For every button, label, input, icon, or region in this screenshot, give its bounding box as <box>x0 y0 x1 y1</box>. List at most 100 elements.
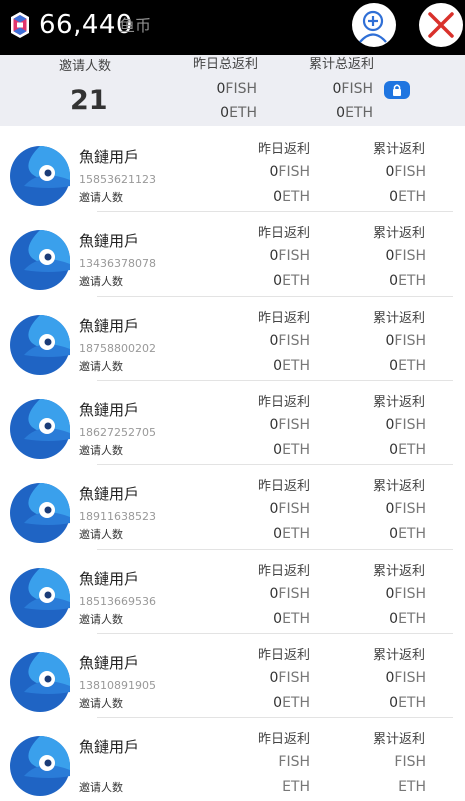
yesterday-total-fish: 0FISH <box>216 81 257 97</box>
fish-avatar-icon <box>10 736 70 796</box>
user-name: 魚鏈用戶 <box>79 317 140 335</box>
row-divider <box>97 717 453 718</box>
cumulative-rebate-label: 累计返利 <box>373 311 426 326</box>
cumulative-total-fish: 0FISH <box>332 81 373 97</box>
invitee-row[interactable]: 魚鏈用戶 18911638523 邀请人数 昨日返利 累计返利 0FISH 0ETH 0FIS… <box>0 464 465 548</box>
user-name: 魚鏈用戶 <box>79 654 140 672</box>
invite-count: 21 <box>70 85 108 116</box>
close-button[interactable] <box>419 3 463 47</box>
cumulative-rebate-label: 累计返利 <box>373 479 426 494</box>
user-name: 魚鏈用戶 <box>79 485 140 503</box>
invite-count-label: 邀请人数 <box>59 59 112 74</box>
cumulative-rebate-fish: 0FISH <box>385 333 426 349</box>
yesterday-rebate-eth: 0ETH <box>273 189 310 205</box>
cumulative-rebate-eth: ETH <box>398 779 426 795</box>
yesterday-rebate-eth: 0ETH <box>273 442 310 458</box>
user-invite-label: 邀请人数 <box>79 360 123 373</box>
invitee-row[interactable]: 魚鏈用戶 18627252705 邀请人数 昨日返利 累计返利 0FISH 0ETH 0FIS… <box>0 380 465 464</box>
fish-avatar-icon <box>10 230 70 290</box>
yesterday-rebate-fish: FISH <box>278 754 310 770</box>
user-phone: 18911638523 <box>79 510 156 523</box>
cumulative-rebate-label: 累计返利 <box>373 142 426 157</box>
row-divider <box>97 549 453 550</box>
fish-avatar-icon <box>10 146 70 206</box>
coin-icon <box>11 12 29 38</box>
row-divider <box>97 296 453 297</box>
row-divider <box>97 211 453 212</box>
cumulative-rebate-eth: 0ETH <box>389 611 426 627</box>
yesterday-rebate-fish: 0FISH <box>269 164 310 180</box>
close-icon <box>428 12 454 38</box>
user-invite-label: 邀请人数 <box>79 613 123 626</box>
add-user-icon <box>359 10 387 43</box>
yesterday-rebate-fish: 0FISH <box>269 248 310 264</box>
yesterday-rebate-fish: 0FISH <box>269 333 310 349</box>
yesterday-rebate-label: 昨日返利 <box>258 564 311 579</box>
lock-button[interactable] <box>384 81 410 99</box>
invitee-row[interactable]: 魚鏈用戶 15853621123 邀请人数 昨日返利 累计返利 0FISH 0ETH 0FIS… <box>0 127 465 211</box>
user-phone: 18513669536 <box>79 595 156 608</box>
cumulative-rebate-fish: FISH <box>394 754 426 770</box>
cumulative-rebate-label: 累计返利 <box>373 226 426 241</box>
yesterday-rebate-label: 昨日返利 <box>258 732 311 747</box>
user-invite-label: 邀请人数 <box>79 275 123 288</box>
row-divider <box>97 464 453 465</box>
cumulative-rebate-label: 累计返利 <box>373 564 426 579</box>
yesterday-total-eth: 0ETH <box>220 105 257 121</box>
user-name: 魚鏈用戶 <box>79 148 140 166</box>
yesterday-rebate-eth: 0ETH <box>273 695 310 711</box>
yesterday-rebate-label: 昨日返利 <box>258 311 311 326</box>
cumulative-rebate-fish: 0FISH <box>385 586 426 602</box>
user-invite-label: 邀请人数 <box>79 781 123 794</box>
cumulative-total-eth: 0ETH <box>336 105 373 121</box>
cumulative-rebate-eth: 0ETH <box>389 442 426 458</box>
user-phone: 15853621123 <box>79 173 156 186</box>
invitee-row[interactable]: 魚鏈用戶 18758800202 邀请人数 昨日返利 累计返利 0FISH 0ETH 0FIS… <box>0 296 465 380</box>
yesterday-rebate-fish: 0FISH <box>269 670 310 686</box>
cumulative-rebate-label: 累计返利 <box>373 648 426 663</box>
coin-unit: 鱼币 <box>119 16 152 35</box>
add-user-button[interactable] <box>352 3 396 47</box>
yesterday-rebate-eth: 0ETH <box>273 611 310 627</box>
invitee-row[interactable]: 魚鏈用戶 邀请人数 昨日返利 累计返利 FISH ETH FISH ETH <box>0 717 465 801</box>
invitee-row[interactable]: 魚鏈用戶 13436378078 邀请人数 昨日返利 累计返利 0FISH 0ETH 0FIS… <box>0 211 465 295</box>
yesterday-rebate-eth: 0ETH <box>273 358 310 374</box>
user-name: 魚鏈用戶 <box>79 232 140 250</box>
invitee-row[interactable]: 魚鏈用戶 13810891905 邀请人数 昨日返利 累计返利 0FISH 0ETH 0FIS… <box>0 633 465 717</box>
fish-avatar-icon <box>10 399 70 459</box>
yesterday-rebate-label: 昨日返利 <box>258 142 311 157</box>
user-name: 魚鏈用戶 <box>79 401 140 419</box>
fish-avatar-icon <box>10 315 70 375</box>
yesterday-rebate-label: 昨日返利 <box>258 479 311 494</box>
cumulative-rebate-label: 累计返利 <box>373 395 426 410</box>
yesterday-rebate-label: 昨日返利 <box>258 648 311 663</box>
cumulative-rebate-fish: 0FISH <box>385 164 426 180</box>
yesterday-rebate-fish: 0FISH <box>269 501 310 517</box>
user-invite-label: 邀请人数 <box>79 191 123 204</box>
cumulative-rebate-eth: 0ETH <box>389 189 426 205</box>
user-invite-label: 邀请人数 <box>79 528 123 541</box>
yesterday-rebate-eth: ETH <box>282 779 310 795</box>
yesterday-total-label: 昨日总返利 <box>193 57 259 72</box>
cumulative-rebate-label: 累计返利 <box>373 732 426 747</box>
top-bar: 66,440 鱼币 <box>0 0 465 55</box>
cumulative-rebate-eth: 0ETH <box>389 358 426 374</box>
user-name: 魚鏈用戶 <box>79 570 140 588</box>
yesterday-rebate-label: 昨日返利 <box>258 395 311 410</box>
yesterday-rebate-label: 昨日返利 <box>258 226 311 241</box>
fish-avatar-icon <box>10 568 70 628</box>
lock-icon <box>393 84 401 96</box>
yesterday-rebate-eth: 0ETH <box>273 273 310 289</box>
cumulative-rebate-fish: 0FISH <box>385 417 426 433</box>
fish-avatar-icon <box>10 652 70 712</box>
cumulative-rebate-eth: 0ETH <box>389 273 426 289</box>
user-phone: 13436378078 <box>79 257 156 270</box>
row-divider <box>97 380 453 381</box>
cumulative-rebate-fish: 0FISH <box>385 248 426 264</box>
invitee-row[interactable]: 魚鏈用戶 18513669536 邀请人数 昨日返利 累计返利 0FISH 0ETH 0FIS… <box>0 549 465 633</box>
yesterday-rebate-eth: 0ETH <box>273 526 310 542</box>
cumulative-rebate-eth: 0ETH <box>389 695 426 711</box>
cumulative-total-label: 累计总返利 <box>309 57 375 72</box>
user-invite-label: 邀请人数 <box>79 444 123 457</box>
user-phone: 13810891905 <box>79 679 156 692</box>
